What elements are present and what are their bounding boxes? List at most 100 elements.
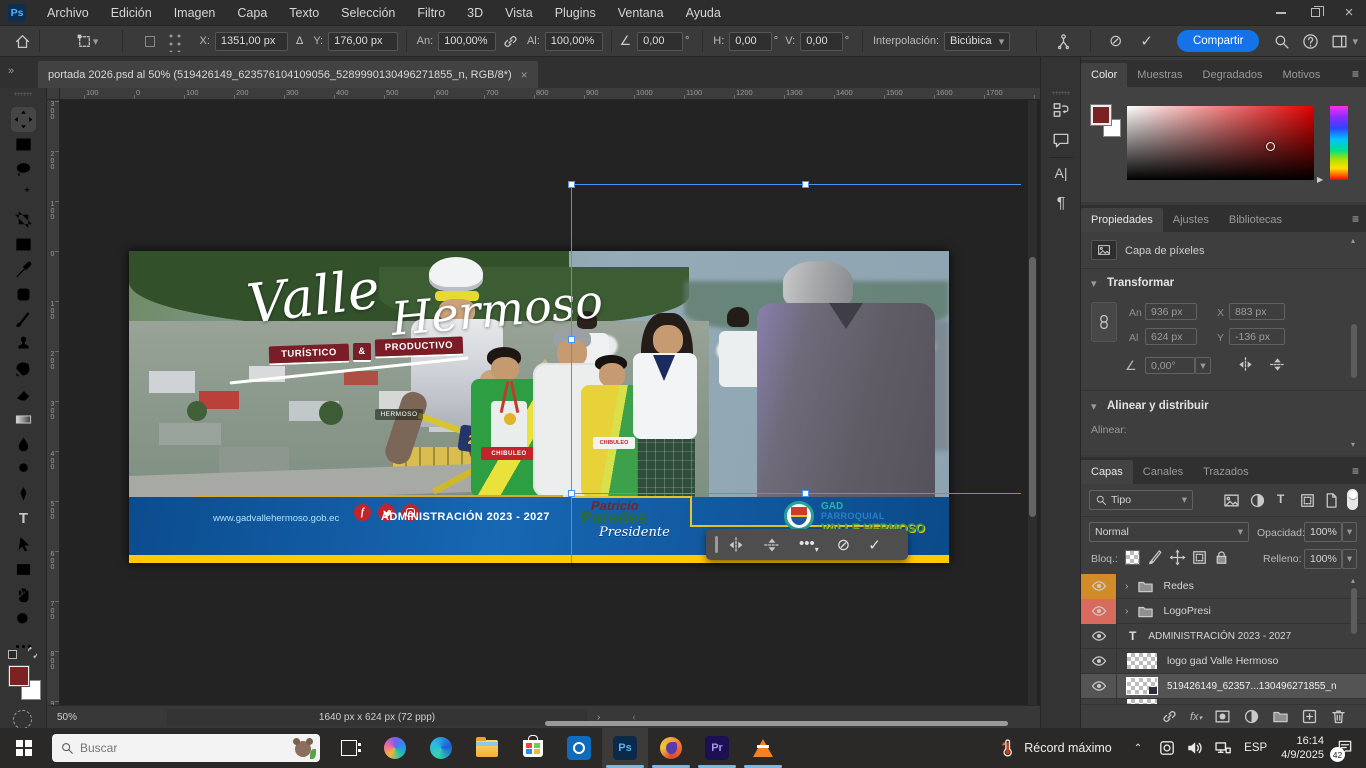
tab-capas[interactable]: Capas	[1081, 460, 1133, 484]
new-layer-icon[interactable]	[1301, 708, 1318, 725]
new-group-icon[interactable]	[1272, 708, 1289, 725]
hand-tool[interactable]	[14, 585, 33, 604]
blur-tool[interactable]	[14, 435, 33, 454]
weather-text[interactable]: Récord máximo	[1024, 741, 1112, 755]
skew-v-input[interactable]: 0,00	[800, 32, 843, 51]
commit-transform-button[interactable]: ✓	[1140, 32, 1153, 50]
volume-icon[interactable]	[1186, 739, 1204, 757]
lock-image-pixels-icon[interactable]	[1147, 549, 1164, 566]
horizontal-ruler[interactable]: 1000100200300400500600700800900100011001…	[47, 88, 1040, 100]
add-mask-icon[interactable]	[1214, 708, 1231, 725]
opacity-field[interactable]: 100%	[1304, 522, 1342, 542]
menu-filtro[interactable]: Filtro	[406, 0, 456, 25]
default-colors-icon[interactable]	[8, 650, 17, 659]
puppet-warp-icon[interactable]	[1055, 33, 1072, 50]
eye-icon[interactable]	[1091, 628, 1107, 644]
blend-mode-select[interactable]: Normal▾	[1089, 522, 1249, 542]
layer-row-redes[interactable]: › Redes	[1081, 574, 1366, 599]
workspace-chevron-icon[interactable]: ▾	[1352, 35, 1358, 48]
link-dimensions-icon[interactable]	[1091, 302, 1117, 342]
brush-tool[interactable]	[14, 310, 33, 329]
magic-wand-tool[interactable]	[14, 185, 33, 204]
language-indicator[interactable]: ESP	[1244, 742, 1267, 754]
help-icon[interactable]	[1302, 33, 1319, 50]
link-layers-icon[interactable]	[1161, 708, 1178, 725]
relative-position-delta-icon[interactable]: Δ	[296, 35, 303, 47]
layer-thumbnail[interactable]	[1127, 678, 1157, 694]
color-picker-cursor[interactable]	[1266, 142, 1275, 151]
filter-pixel-layers-icon[interactable]	[1223, 492, 1240, 509]
eye-icon[interactable]	[1091, 678, 1107, 694]
props-scroll-thumb[interactable]	[1351, 324, 1357, 378]
gradient-tool[interactable]	[14, 410, 33, 429]
cancel-transform-button[interactable]: ⊘	[1109, 31, 1122, 51]
height-input[interactable]: 100,00%	[545, 32, 603, 51]
layer-thumbnail[interactable]	[1127, 653, 1157, 669]
group-expand-icon[interactable]: ›	[1125, 605, 1129, 617]
layers-panel-menu-icon[interactable]: ≡	[1344, 458, 1366, 484]
reference-point-checkbox[interactable]	[145, 36, 155, 47]
tab-ajustes[interactable]: Ajustes	[1163, 208, 1219, 232]
menu-capa[interactable]: Capa	[226, 0, 278, 25]
prop-angle-field[interactable]: 0,00°	[1145, 357, 1195, 374]
eyedropper-tool[interactable]	[14, 260, 33, 279]
group-expand-icon[interactable]: ›	[1125, 580, 1129, 592]
transform-handle-bottom-left[interactable]	[568, 490, 575, 497]
y-input[interactable]: 176,00 px	[328, 32, 398, 51]
fill-chevron-icon[interactable]: ▾	[1342, 549, 1357, 569]
reference-point-grid-icon[interactable]	[165, 30, 184, 52]
color-saturation-field[interactable]	[1127, 106, 1314, 180]
tab-propiedades[interactable]: Propiedades	[1081, 208, 1163, 232]
tab-degradados[interactable]: Degradados	[1193, 63, 1273, 87]
filter-toggle-switch[interactable]	[1347, 489, 1358, 510]
layer-row-logopresi[interactable]: › LogoPresi	[1081, 599, 1366, 624]
delete-layer-icon[interactable]	[1330, 708, 1347, 725]
firefox-button[interactable]	[648, 728, 694, 768]
maintain-aspect-link-icon[interactable]	[502, 33, 519, 50]
color-foreground-swatch[interactable]	[1091, 105, 1111, 125]
paragraph-panel-icon[interactable]: ¶	[1052, 195, 1070, 213]
share-button[interactable]: Compartir	[1177, 30, 1259, 52]
screen-clip-tray-icon[interactable]	[1158, 739, 1176, 757]
photoshop-taskbar-button[interactable]: Ps	[602, 728, 648, 768]
prop-angle-chevron-icon[interactable]: ▾	[1195, 357, 1211, 374]
opacity-chevron-icon[interactable]: ▾	[1342, 522, 1357, 542]
layer-filter-select[interactable]: Tipo▾	[1089, 490, 1193, 510]
zoom-level[interactable]: 50%	[57, 712, 77, 723]
bing-daily-bear-image[interactable]	[292, 737, 314, 759]
menu-vista[interactable]: Vista	[494, 0, 544, 25]
shape-tool[interactable]	[14, 560, 33, 579]
zoom-tool[interactable]	[14, 610, 33, 629]
eye-icon[interactable]	[1091, 653, 1107, 669]
workspace-switcher-icon[interactable]	[1331, 33, 1348, 50]
angle-input[interactable]: 0,00	[637, 32, 683, 51]
layer-name[interactable]: 519426149_62357...130496271855_n	[1167, 681, 1337, 692]
fill-field[interactable]: 100%	[1304, 549, 1342, 569]
start-button[interactable]	[0, 728, 48, 768]
vertical-scroll-thumb[interactable]	[1029, 257, 1036, 517]
premiere-button[interactable]: Pr	[694, 728, 740, 768]
crop-tool[interactable]	[14, 210, 33, 229]
interpolation-select[interactable]: Bicúbica▾	[944, 32, 1010, 51]
cancel-icon[interactable]: ⊘	[837, 535, 850, 555]
swap-colors-icon[interactable]	[26, 646, 39, 659]
tab-color[interactable]: Color	[1081, 63, 1127, 87]
transform-handle-mid-left[interactable]	[568, 336, 575, 343]
hue-strip[interactable]	[1330, 106, 1348, 180]
task-view-button[interactable]	[326, 728, 372, 768]
menu-imagen[interactable]: Imagen	[163, 0, 227, 25]
taskbar-search[interactable]	[52, 734, 320, 762]
filter-adjustment-layers-icon[interactable]	[1249, 492, 1266, 509]
restore-button[interactable]	[1298, 0, 1332, 25]
layer-name[interactable]: logo gad Valle Hermoso	[1167, 655, 1278, 667]
marquee-tool[interactable]	[14, 135, 33, 154]
layer-row-logo-gad[interactable]: logo gad Valle Hermoso	[1081, 649, 1366, 674]
transform-handle-top-left[interactable]	[568, 181, 575, 188]
search-input[interactable]	[80, 741, 250, 755]
document-tab[interactable]: portada 2026.psd al 50% (519426149_62357…	[38, 61, 538, 88]
type-tool[interactable]: T	[14, 510, 33, 529]
eraser-tool[interactable]	[14, 385, 33, 404]
layer-row-selected[interactable]: 519426149_62357...130496271855_n	[1081, 674, 1366, 699]
properties-panel-menu-icon[interactable]: ≡	[1344, 206, 1366, 232]
more-options-icon[interactable]: •••▾	[799, 535, 819, 554]
